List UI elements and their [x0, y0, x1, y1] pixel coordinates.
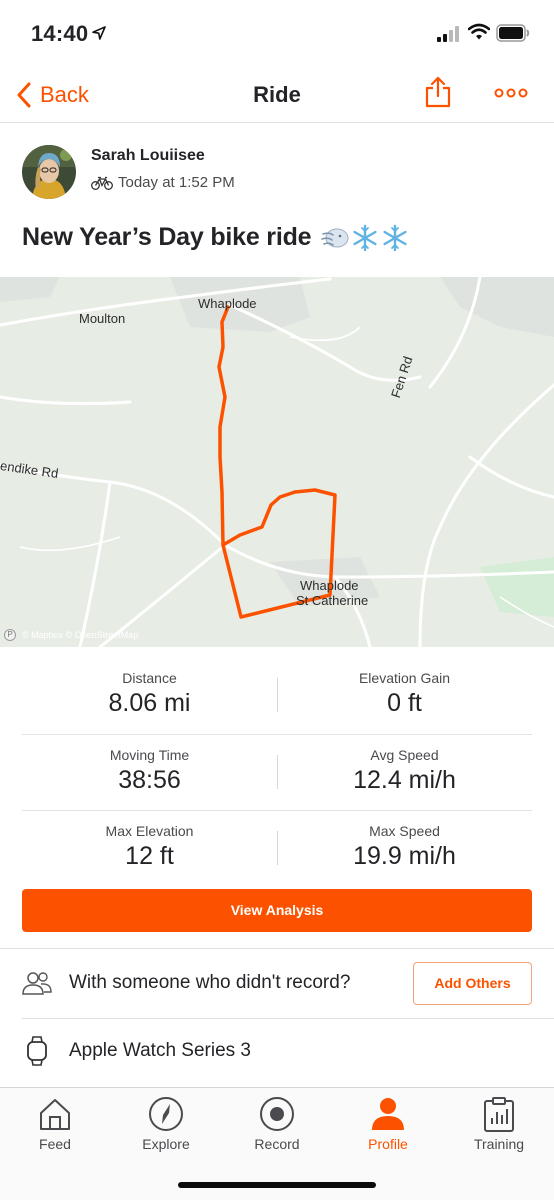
athlete-name[interactable]: Sarah Louiisee	[91, 147, 205, 165]
stat-label: Elevation Gain	[358, 670, 451, 686]
add-others-button[interactable]: Add Others	[413, 962, 532, 1005]
stat-value: 19.9 mi/h	[353, 842, 456, 870]
map-attribution-text: © Mapbox © OpenStreetMap	[22, 630, 139, 640]
home-icon	[40, 1099, 70, 1130]
view-analysis-button[interactable]: View Analysis	[22, 889, 532, 932]
map-canvas	[0, 277, 554, 647]
tab-label: Explore	[142, 1136, 190, 1152]
avatar[interactable]	[22, 145, 76, 199]
tab-profile[interactable]: Profile	[333, 1088, 443, 1160]
map-label-moulton: Moulton	[79, 311, 126, 326]
battery-icon	[496, 24, 530, 42]
tab-label: Feed	[39, 1136, 71, 1152]
stat-label: Distance	[122, 670, 177, 686]
activity-title-text: New Year’s Day bike ride	[22, 223, 312, 251]
tab-explore[interactable]: Explore	[111, 1088, 221, 1160]
stat-value: 12.4 mi/h	[353, 766, 456, 794]
tab-feed[interactable]: Feed	[0, 1088, 110, 1160]
snowflake-icon	[353, 224, 377, 251]
nav-bar: Back Ride	[0, 66, 554, 122]
tab-training[interactable]: Training	[444, 1088, 554, 1160]
stat-label: Avg Speed	[370, 747, 439, 763]
chevron-left-icon	[17, 82, 31, 108]
stats-row: Distance 8.06 mi Elevation Gain 0 ft	[22, 658, 532, 734]
back-label: Back	[40, 82, 89, 107]
compass-icon	[149, 1097, 183, 1131]
with-others-text: With someone who didn't record?	[69, 972, 351, 993]
location-arrow-icon	[92, 26, 106, 40]
stat-elevation-gain: Elevation Gain 0 ft	[277, 658, 532, 734]
watch-icon	[27, 1036, 47, 1066]
back-button[interactable]: Back	[16, 80, 89, 110]
tab-label: Training	[473, 1136, 525, 1152]
clipboard-chart-icon	[484, 1097, 514, 1132]
stat-moving-time: Moving Time 38:56	[22, 735, 277, 811]
nav-divider	[0, 122, 554, 123]
mapbox-logo-icon: P	[4, 629, 16, 641]
map-label-whaplode: Whaplode	[198, 296, 257, 311]
wind-face-icon	[321, 228, 349, 247]
status-time: 14:40	[31, 21, 89, 46]
stat-label: Moving Time	[109, 747, 190, 763]
route-map[interactable]: Whaplode Moulton Fen Rd endike Rd Whaplo…	[0, 277, 554, 647]
stat-value: 0 ft	[387, 689, 422, 717]
more-dots-icon[interactable]	[494, 86, 528, 100]
wifi-icon	[468, 23, 490, 40]
activity-title: New Year’s Day bike ride	[22, 223, 411, 252]
tab-label: Record	[254, 1136, 300, 1152]
stat-avg-speed: Avg Speed 12.4 mi/h	[277, 735, 532, 811]
stat-value: 8.06 mi	[108, 689, 191, 717]
section-divider	[22, 1018, 554, 1019]
device-name: Apple Watch Series 3	[69, 1040, 251, 1061]
record-icon	[260, 1097, 294, 1131]
stats-row: Max Elevation 12 ft Max Speed 19.9 mi/h	[22, 810, 532, 886]
map-attribution[interactable]: P © Mapbox © OpenStreetMap	[4, 629, 138, 641]
stat-max-elevation: Max Elevation 12 ft	[22, 811, 277, 887]
status-bar: 14:40	[0, 0, 554, 66]
share-icon[interactable]	[424, 76, 452, 108]
stat-distance: Distance 8.06 mi	[22, 658, 277, 734]
stat-value: 12 ft	[125, 842, 174, 870]
snowflake-icon	[383, 224, 407, 251]
map-label-st-catherine: St Catherine	[296, 593, 369, 608]
home-indicator[interactable]	[178, 1182, 376, 1188]
map-label-whaplode-st-catherine: Whaplode	[300, 578, 359, 593]
activity-time: Today at 1:52 PM	[118, 174, 235, 191]
stats-grid: Distance 8.06 mi Elevation Gain 0 ft Mov…	[22, 658, 532, 886]
people-icon	[22, 972, 52, 995]
section-divider	[0, 948, 554, 949]
bike-icon	[91, 176, 113, 190]
stat-value: 38:56	[118, 766, 181, 794]
stat-label: Max Speed	[369, 823, 440, 839]
stat-max-speed: Max Speed 19.9 mi/h	[277, 811, 532, 887]
tab-label: Profile	[368, 1136, 408, 1152]
signal-icon	[437, 26, 459, 42]
stat-label: Max Elevation	[105, 823, 194, 839]
stats-row: Moving Time 38:56 Avg Speed 12.4 mi/h	[22, 734, 532, 810]
tab-record[interactable]: Record	[222, 1088, 332, 1160]
person-icon	[372, 1098, 404, 1130]
